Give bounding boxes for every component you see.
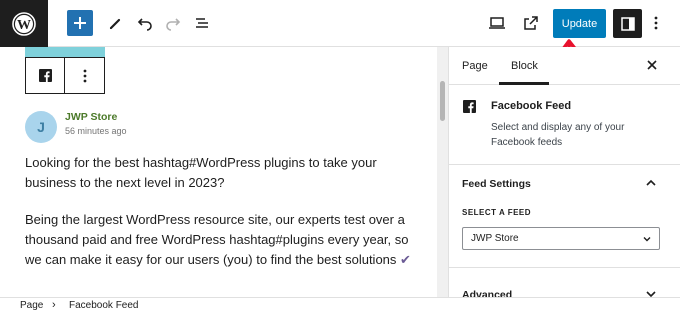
panel-title: Advanced	[462, 289, 513, 297]
undo-button[interactable]	[132, 10, 158, 36]
block-toolbar-accent	[25, 47, 105, 57]
feed-post-text: Being the largest WordPress resource sit…	[25, 212, 409, 267]
more-vertical-icon	[654, 16, 658, 30]
chevron-down-icon	[643, 237, 651, 242]
options-menu-button[interactable]	[646, 10, 666, 36]
feed-select-value: JWP Store	[471, 233, 519, 244]
tab-block[interactable]: Block	[511, 60, 538, 72]
undo-icon	[137, 18, 152, 31]
block-toolbar-body	[25, 57, 105, 94]
block-card: Facebook Feed Select and display any of …	[449, 85, 680, 165]
chevron-down-icon	[646, 291, 656, 297]
sidebar-tabs: Page Block	[449, 47, 680, 85]
breadcrumb-separator: ›	[52, 299, 56, 311]
author-name[interactable]: JWP Store	[65, 111, 117, 123]
tab-page[interactable]: Page	[462, 60, 488, 72]
avatar: J	[25, 111, 57, 143]
list-view-button[interactable]	[189, 10, 215, 36]
block-breadcrumb: Page › Facebook Feed	[0, 297, 680, 314]
scrollbar-thumb[interactable]	[440, 81, 445, 121]
panel-title: Feed Settings	[462, 178, 531, 190]
facebook-icon	[463, 100, 476, 113]
preview-button[interactable]	[484, 10, 510, 36]
feed-select[interactable]: JWP Store	[462, 227, 660, 250]
desktop-preview-icon	[489, 17, 505, 29]
pencil-icon	[109, 18, 121, 30]
block-toolbar	[25, 47, 105, 94]
facebook-icon	[38, 69, 52, 82]
block-type-button[interactable]	[26, 58, 66, 93]
list-view-icon	[196, 18, 208, 28]
block-options-button[interactable]	[65, 58, 104, 93]
checkmark-icon: ✔	[400, 252, 411, 267]
panel-divider	[449, 267, 680, 268]
redo-button[interactable]	[160, 10, 186, 36]
more-vertical-icon	[83, 69, 86, 82]
wordpress-logo-icon: W	[12, 11, 36, 36]
add-block-button[interactable]	[67, 10, 93, 36]
close-settings-button[interactable]	[644, 57, 660, 73]
feed-post-paragraph: Looking for the best hashtag#WordPress p…	[25, 155, 377, 190]
editor-scrollbar[interactable]	[437, 47, 448, 297]
feed-settings-panel-toggle[interactable]: Feed Settings	[449, 165, 680, 201]
feed-post-paragraph: Being the largest WordPress resource sit…	[25, 210, 425, 270]
plus-icon	[74, 17, 86, 29]
settings-toggle-button[interactable]	[613, 9, 642, 38]
close-icon	[647, 60, 657, 70]
select-feed-label: SELECT A FEED	[462, 208, 532, 217]
editor-canvas: J JWP Store 56 minutes ago Looking for t…	[0, 47, 437, 297]
settings-sidebar: Page Block Facebook Feed Select and disp…	[448, 47, 680, 297]
external-link-icon	[524, 16, 538, 30]
post-timestamp[interactable]: 56 minutes ago	[65, 126, 127, 136]
chevron-up-icon	[646, 179, 656, 186]
breadcrumb-item-facebook-feed[interactable]: Facebook Feed	[69, 300, 139, 311]
advanced-panel-toggle[interactable]: Advanced	[449, 276, 680, 297]
svg-text:W: W	[17, 18, 31, 33]
redo-icon	[166, 18, 181, 31]
block-title: Facebook Feed	[491, 100, 572, 112]
wordpress-logo[interactable]: W	[0, 0, 48, 47]
breadcrumb-item-page[interactable]: Page	[20, 300, 43, 311]
settings-panel-icon	[620, 16, 635, 31]
tools-button[interactable]	[103, 10, 129, 36]
block-description: Select and display any of your Facebook …	[491, 122, 625, 148]
view-post-button[interactable]	[518, 10, 544, 36]
